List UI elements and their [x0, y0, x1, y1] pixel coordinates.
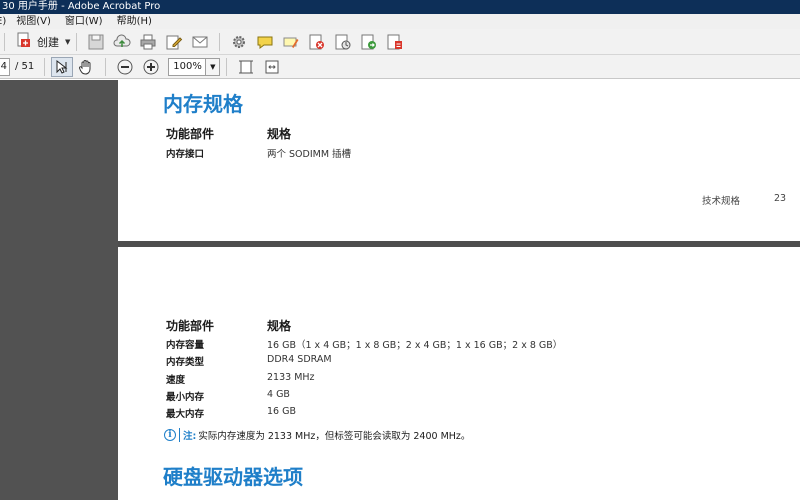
navigation-toolbar: 4 / 51 100% ▼	[0, 55, 800, 79]
spec-row-value: 2133 MHz	[267, 372, 315, 383]
stamp-icon	[335, 34, 351, 49]
spec-row-label: 内存容量	[166, 340, 205, 351]
chevron-down-icon: ▼	[65, 37, 71, 46]
memory-speed-note: i 注: 实际内存速度为 2133 MHz，但标签可能会读取为 2400 MHz…	[164, 428, 470, 442]
stamp-button[interactable]	[333, 32, 353, 52]
note-label: 注:	[183, 431, 197, 442]
toolbar-separator	[219, 32, 221, 51]
page-total: / 51	[15, 61, 35, 72]
spec-row-value: DDR4 SDRAM	[267, 354, 332, 365]
chevron-down-icon: ▼	[210, 62, 216, 71]
fit-page-button[interactable]	[236, 57, 256, 77]
edit-button[interactable]	[164, 32, 184, 52]
fit-width-button[interactable]	[262, 57, 282, 77]
spec-row-value: 16 GB	[267, 406, 296, 417]
document-view[interactable]: 内存规格 功能部件 规格 内存接口 两个 SODIMM 插槽 技术规格 23 功…	[118, 80, 800, 500]
window-title: 30 用户手册 - Adobe Acrobat Pro	[2, 1, 161, 12]
menu-view[interactable]: 视图(V)	[16, 14, 51, 29]
note-text: 实际内存速度为 2133 MHz，但标签可能会读取为 2400 MHz。	[198, 431, 471, 442]
page-break	[118, 241, 800, 247]
settings-icon	[233, 35, 246, 48]
cloud-upload-icon	[113, 33, 131, 47]
spec-row-label: 速度	[166, 375, 186, 386]
hard-drive-options-heading: 硬盘驱动器选项	[163, 465, 303, 489]
column-header-component: 功能部件	[166, 127, 215, 141]
column-header-spec: 规格	[267, 319, 292, 333]
toolbar-separator	[44, 57, 46, 76]
info-icon: i	[164, 429, 176, 441]
window-title-bar: 30 用户手册 - Adobe Acrobat Pro	[0, 0, 800, 14]
upload-button[interactable]	[112, 32, 132, 52]
edit-icon	[166, 35, 183, 49]
highlight-icon	[283, 37, 299, 48]
fit-width-icon	[265, 60, 279, 73]
column-header-component: 功能部件	[166, 319, 215, 333]
hand-tool-icon	[79, 59, 91, 75]
fit-page-icon	[239, 60, 254, 73]
create-pdf-icon	[15, 31, 33, 52]
toolbar-separator	[4, 32, 5, 51]
zoom-control: 100% ▼	[168, 57, 221, 76]
sign-icon	[309, 34, 325, 49]
sign-button[interactable]	[307, 32, 327, 52]
select-tool-icon	[56, 59, 68, 74]
spec-row-value: 16 GB（1 x 4 GB；1 x 8 GB；2 x 4 GB；1 x 16 …	[267, 340, 563, 351]
save-button[interactable]	[86, 32, 106, 52]
memory-spec-heading: 内存规格	[163, 92, 243, 116]
spec-row-label: 内存类型	[166, 357, 205, 368]
document-gutter	[0, 80, 118, 500]
create-label: 创建	[37, 35, 59, 49]
zoom-out-button[interactable]	[115, 57, 135, 77]
email-button[interactable]	[190, 32, 210, 52]
menu-help[interactable]: 帮助(H)	[117, 14, 152, 29]
create-button[interactable]: 创建 ▼	[15, 32, 70, 52]
menu-bar: E) 视图(V) 窗口(W) 帮助(H)	[0, 14, 800, 29]
spec-row-value: 两个 SODIMM 插槽	[267, 149, 352, 160]
spec-row-label: 最小内存	[166, 392, 205, 403]
toolbar-separator	[226, 57, 228, 76]
print-button[interactable]	[138, 32, 158, 52]
export-button[interactable]	[359, 32, 379, 52]
select-tool-button[interactable]	[51, 56, 74, 77]
toolbar-separator	[76, 32, 78, 51]
footer-section-label: 技术规格	[702, 196, 741, 207]
zoom-in-icon	[143, 59, 159, 74]
zoom-dropdown-button[interactable]: ▼	[206, 57, 221, 76]
spec-row-value: 4 GB	[267, 389, 290, 400]
footer-page-number: 23	[774, 193, 787, 204]
email-icon	[192, 36, 208, 47]
print-icon	[140, 34, 156, 49]
save-icon	[88, 34, 104, 49]
settings-button[interactable]	[229, 32, 249, 52]
comment-icon	[257, 36, 273, 49]
export-icon	[361, 34, 377, 49]
note-divider	[179, 428, 180, 442]
zoom-in-button[interactable]	[141, 57, 161, 77]
menu-edit[interactable]: E)	[0, 14, 6, 29]
spec-row-label: 内存接口	[166, 149, 205, 160]
menu-window[interactable]: 窗口(W)	[65, 14, 103, 29]
comment-button[interactable]	[255, 32, 275, 52]
spec-row-label: 最大内存	[166, 409, 205, 420]
highlight-button[interactable]	[281, 32, 301, 52]
column-header-spec: 规格	[267, 127, 292, 141]
form-button[interactable]	[385, 32, 405, 52]
main-toolbar: 创建 ▼	[0, 29, 800, 55]
form-icon	[387, 34, 403, 49]
page-number-input[interactable]: 4	[0, 57, 10, 76]
hand-tool-button[interactable]	[76, 57, 96, 77]
zoom-input[interactable]: 100%	[168, 57, 207, 76]
zoom-out-icon	[117, 59, 133, 74]
toolbar-separator	[105, 57, 107, 76]
